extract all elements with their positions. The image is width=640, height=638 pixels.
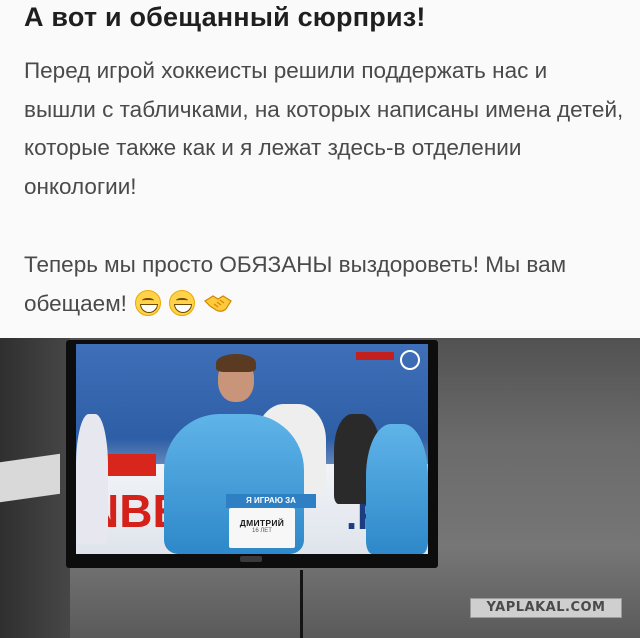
channel-logo-icon: [400, 350, 420, 370]
grinning-face-icon: [135, 289, 162, 316]
shelf: [0, 453, 60, 503]
sign-age: 16 ЛЕТ: [252, 528, 272, 534]
post-content: А вот и обещанный сюрприз! Перед игрой х…: [0, 0, 640, 338]
player-right: [366, 424, 428, 554]
post-title: А вот и обещанный сюрприз!: [24, 2, 426, 32]
post-paragraph-2: Теперь мы просто ОБЯЗАНЫ выздороветь! Мы…: [24, 246, 624, 323]
post-paragraph-1: Перед игрой хоккеисты решили поддержать …: [24, 58, 624, 199]
watermark: YAPLAKAL.COM: [470, 598, 622, 618]
player-left: [76, 414, 108, 544]
broadcast-tag: [356, 352, 394, 360]
sign-name: ДМИТРИЙ: [239, 518, 285, 528]
tv-cable: [300, 570, 303, 638]
grinning-face-icon: [169, 289, 196, 316]
name-sign: ДМИТРИЙ 16 ЛЕТ: [229, 508, 295, 548]
player-hair: [216, 354, 256, 372]
post-paragraph-2-text: Теперь мы просто ОБЯЗАНЫ выздороветь! Мы…: [24, 252, 567, 316]
handshake-icon: [203, 294, 232, 312]
sign-banner: Я ИГРАЮ ЗА: [226, 494, 316, 508]
tv-brand-logo: [240, 556, 262, 562]
tv-screen: NBE .R Я ИГРАЮ ЗА ДМИТРИЙ 16 ЛЕТ: [76, 344, 428, 554]
tv-photo: NBE .R Я ИГРАЮ ЗА ДМИТРИЙ 16 ЛЕТ: [0, 338, 640, 638]
